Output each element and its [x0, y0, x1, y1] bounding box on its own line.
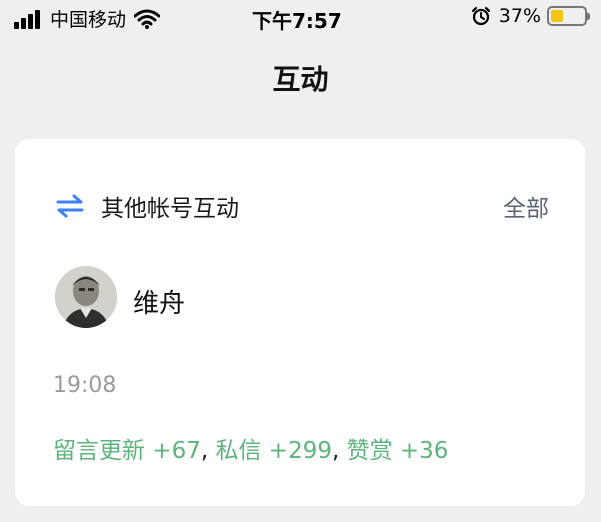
messages-stat: 私信 +299 — [215, 438, 332, 464]
user-name[interactable]: 维舟 — [133, 283, 185, 320]
carrier-label: 中国移动 — [50, 9, 127, 31]
separator: , — [331, 438, 347, 464]
battery-percent: 37% — [498, 5, 541, 27]
status-left: 中国移动 — [14, 5, 161, 32]
timestamp: 19:08 — [53, 373, 117, 398]
interaction-card: 其他帐号互动 全部 维舟 19:08 留言更新 +67, 私信 +299, 赞赏… — [15, 139, 585, 506]
page-title: 互动 — [272, 63, 329, 96]
wifi-icon — [134, 9, 161, 29]
status-right: 37% — [471, 5, 590, 27]
alarm-icon — [471, 6, 490, 26]
avatar-photo — [55, 266, 117, 328]
separator: , — [200, 438, 216, 464]
comments-stat: 留言更新 +67 — [53, 438, 201, 464]
status-time: 下午7:57 — [252, 9, 342, 33]
status-bar: 中国移动 下午7:57 37% — [0, 0, 601, 34]
card-header: 其他帐号互动 — [55, 189, 239, 223]
card-title: 其他帐号互动 — [101, 196, 239, 222]
interaction-stats[interactable]: 留言更新 +67, 私信 +299, 赞赏 +36 — [53, 431, 448, 465]
battery-fill — [551, 10, 563, 22]
all-link[interactable]: 全部 — [503, 189, 549, 223]
swap-icon — [56, 194, 84, 218]
signal-icon — [14, 9, 42, 29]
battery-icon — [547, 6, 590, 26]
avatar[interactable] — [55, 266, 117, 328]
rewards-stat: 赞赏 +36 — [346, 438, 449, 464]
